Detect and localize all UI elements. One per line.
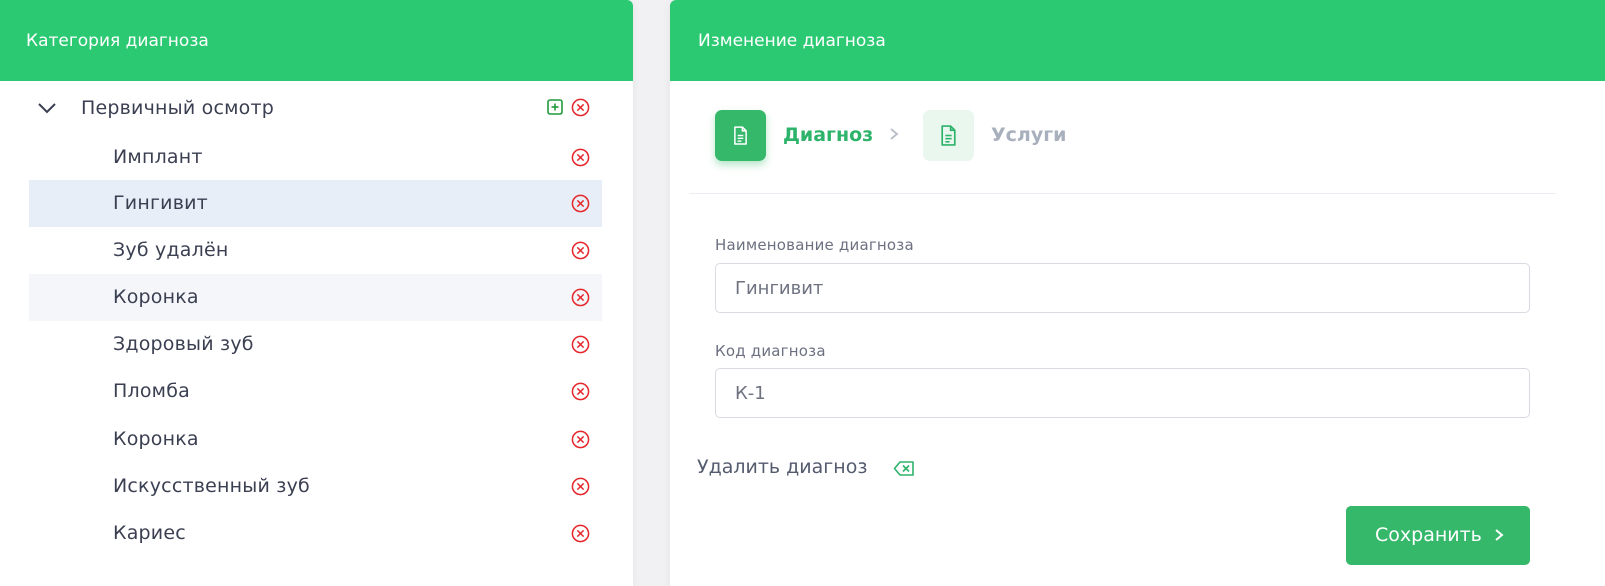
delete-circle-icon[interactable] (571, 148, 590, 167)
tree-item[interactable]: Здоровый зуб (29, 321, 602, 368)
add-square-icon[interactable] (547, 99, 563, 115)
step-services-icon-box[interactable] (923, 110, 974, 161)
category-panel-header: Категория диагноза (0, 0, 633, 81)
tree-root-primary-exam[interactable]: Первичный осмотр (29, 81, 602, 134)
tree-item-label: Коронка (113, 286, 199, 308)
tree-root-label: Первичный осмотр (81, 96, 274, 119)
tree-item-label: Гингивит (113, 192, 208, 214)
delete-circle-icon[interactable] (571, 241, 590, 260)
chevron-right-icon (1495, 529, 1504, 541)
tree-item-label: Имплант (113, 146, 203, 168)
delete-circle-icon[interactable] (571, 477, 590, 496)
save-button[interactable]: Сохранить (1346, 506, 1530, 565)
category-panel: Категория диагноза Первичный осмотр Импл… (0, 0, 633, 586)
delete-circle-icon[interactable] (571, 98, 590, 117)
divider (689, 193, 1556, 194)
tree-item-label: Зуб удалён (113, 239, 229, 261)
save-button-label: Сохранить (1375, 524, 1482, 546)
step-diagnosis-label[interactable]: Диагноз (783, 124, 873, 146)
step-services-label[interactable]: Услуги (991, 124, 1066, 146)
delete-circle-icon[interactable] (571, 382, 590, 401)
delete-circle-icon[interactable] (571, 194, 590, 213)
diagnosis-code-label: Код диагноза (715, 342, 826, 360)
tree-item-hovered[interactable]: Коронка (29, 274, 602, 321)
tree-item-label: Кариес (113, 522, 186, 544)
delete-circle-icon[interactable] (571, 335, 590, 354)
delete-circle-icon[interactable] (571, 524, 590, 543)
tree-item[interactable]: Имплант (29, 134, 602, 181)
edit-panel-header: Изменение диагноза (670, 0, 1605, 81)
tree-item-label: Искусственный зуб (113, 475, 310, 497)
delete-circle-icon[interactable] (571, 288, 590, 307)
tree-item-label: Коронка (113, 428, 199, 450)
tree-item-label: Пломба (113, 380, 190, 402)
delete-circle-icon[interactable] (571, 430, 590, 449)
diagnosis-name-input[interactable] (715, 263, 1530, 313)
step-diagnosis-icon-box[interactable] (715, 110, 766, 161)
tree-item-label: Здоровый зуб (113, 333, 254, 355)
tree-item[interactable]: Пломба (29, 368, 602, 415)
backspace-icon[interactable] (893, 460, 915, 477)
chevron-down-icon[interactable] (37, 98, 57, 118)
diagnosis-code-input[interactable] (715, 368, 1530, 418)
edit-panel-title: Изменение диагноза (698, 30, 886, 51)
tree-item[interactable]: Коронка (29, 416, 602, 463)
diagnosis-name-label: Наименование диагноза (715, 236, 914, 254)
tree-item[interactable]: Искусственный зуб (29, 463, 602, 510)
tree-item[interactable]: Зуб удалён (29, 227, 602, 274)
category-panel-title: Категория диагноза (26, 30, 209, 51)
document-icon (941, 125, 956, 146)
delete-diagnosis-link[interactable]: Удалить диагноз (697, 456, 867, 478)
chevron-right-icon (890, 128, 899, 140)
tree-item-selected[interactable]: Гингивит (29, 180, 602, 227)
document-icon (734, 126, 747, 145)
tree-item[interactable]: Кариес (29, 510, 602, 557)
